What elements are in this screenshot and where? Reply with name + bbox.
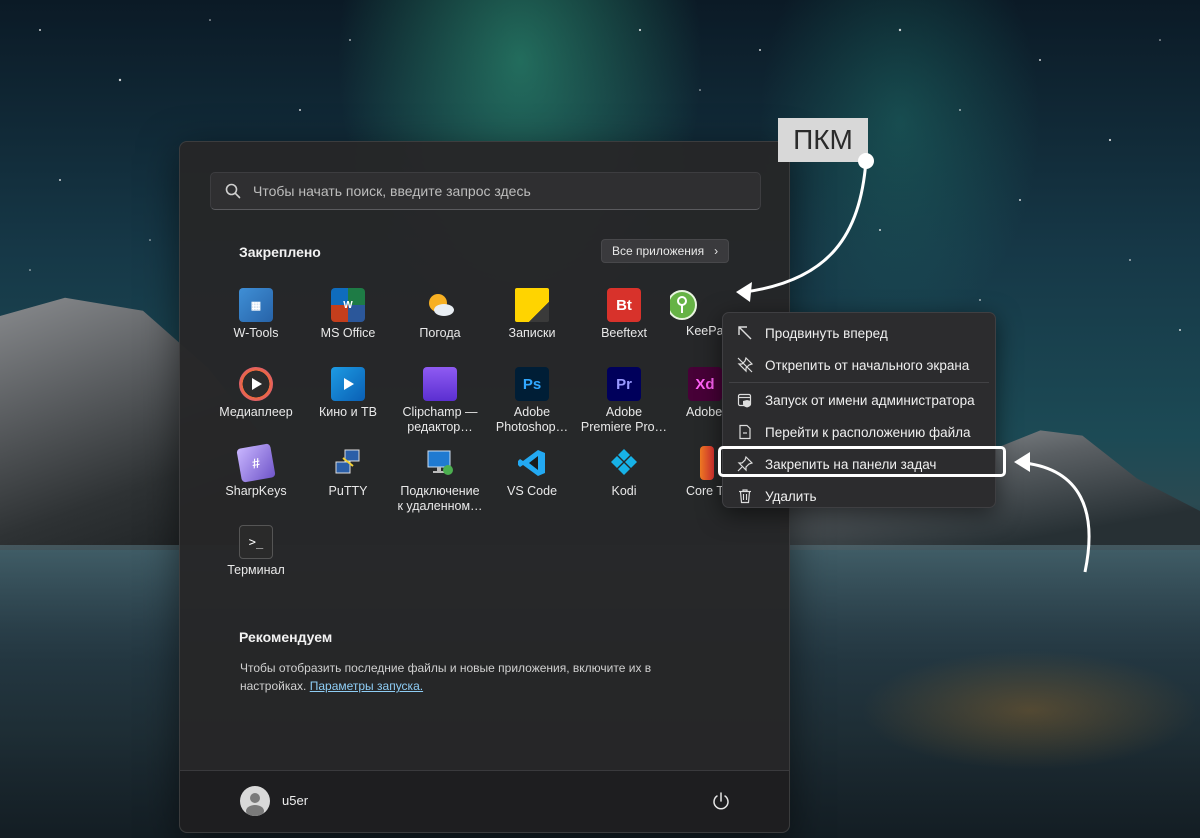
right-click-annotation-label: ПКМ [778, 118, 868, 162]
app-keepass[interactable]: KeePass [670, 284, 730, 358]
app-remote-desktop[interactable]: Подключение к удаленном… [394, 442, 486, 516]
app-label: Adobe Photoshop… [495, 405, 569, 434]
app-label: Beeftext [601, 326, 647, 340]
app-core-temp[interactable]: Core Te [670, 442, 722, 516]
app-label: PuTTY [328, 484, 368, 498]
context-menu: Продвинуть вперед Открепить от начальног… [722, 312, 996, 508]
putty-icon [331, 446, 365, 480]
app-clipchamp[interactable]: Clipchamp — редактор… [394, 363, 486, 437]
user-icon [246, 793, 264, 816]
chevron-right-icon: › [714, 244, 719, 258]
power-icon[interactable] [711, 791, 731, 811]
move-to-top-icon [738, 326, 752, 340]
app-label: KeePass [686, 324, 730, 338]
search-box[interactable] [210, 172, 761, 210]
app-premiere[interactable]: Pr Adobe Premiere Pro… [578, 363, 670, 437]
start-footer: u5er [180, 770, 789, 832]
app-label: W-Tools [233, 326, 279, 340]
ms-office-icon: W [331, 288, 365, 322]
pin-taskbar-highlight-box [718, 446, 1006, 477]
run-as-admin-icon [737, 393, 752, 408]
remote-desktop-icon [423, 446, 457, 480]
terminal-icon: >_ [239, 525, 273, 559]
app-label: Погода [419, 326, 461, 340]
app-media-player[interactable]: Медиаплеер [210, 363, 302, 437]
media-player-icon [239, 367, 273, 401]
app-label: Кино и ТВ [318, 405, 378, 419]
premiere-icon: Pr [607, 367, 641, 401]
recommended-text: Чтобы отобразить последние файлы и новые… [240, 659, 710, 695]
app-terminal[interactable]: >_ Терминал [210, 521, 302, 595]
launch-settings-link[interactable]: Параметры запуска. [310, 679, 423, 693]
app-adobe-xd[interactable]: Xd Adobe [670, 363, 722, 437]
app-movies-tv[interactable]: Кино и ТВ [302, 363, 394, 437]
unpin-icon [737, 357, 753, 373]
menu-item-label: Запуск от имени администратора [765, 392, 975, 408]
recommended-message: Чтобы отобразить последние файлы и новые… [240, 661, 652, 693]
app-label: MS Office [320, 326, 376, 340]
menu-item-label: Продвинуть вперед [765, 325, 888, 341]
app-label: VS Code [506, 484, 558, 498]
app-vscode[interactable]: VS Code [486, 442, 578, 516]
app-weather[interactable]: Погода [394, 284, 486, 358]
app-sticky-notes[interactable]: Записки [486, 284, 578, 358]
app-label: Kodi [611, 484, 637, 498]
menu-item-move-to-top[interactable]: Продвинуть вперед [723, 317, 995, 349]
clipchamp-icon [423, 367, 457, 401]
weather-icon [423, 288, 457, 322]
app-beeftext[interactable]: Bt Beeftext [578, 284, 670, 358]
menu-item-unpin[interactable]: Открепить от начального экрана [723, 349, 995, 381]
menu-item-open-file-location[interactable]: Перейти к расположению файла [723, 416, 995, 448]
kodi-icon [607, 446, 641, 480]
menu-item-run-as-admin[interactable]: Запуск от имени администратора [723, 384, 995, 416]
app-label: SharpKeys [225, 484, 287, 498]
open-file-location-icon [739, 424, 751, 440]
menu-item-label: Перейти к расположению файла [765, 424, 971, 440]
core-temp-icon [700, 446, 714, 480]
app-photoshop[interactable]: Ps Adobe Photoshop… [486, 363, 578, 437]
menu-item-label: Открепить от начального экрана [765, 357, 970, 373]
app-w-tools[interactable]: ▦ W-Tools [210, 284, 302, 358]
app-label: Core Te [686, 484, 722, 498]
app-label: Подключение к удаленном… [397, 484, 483, 513]
lake-glow [860, 650, 1200, 770]
app-label: Терминал [227, 563, 285, 577]
menu-item-uninstall[interactable]: Удалить [723, 480, 995, 512]
start-menu: Закреплено Все приложения › ▦ W-Tools W … [179, 141, 790, 833]
app-label: Медиаплеер [219, 405, 293, 419]
menu-item-label: Удалить [765, 488, 817, 504]
sharpkeys-icon: # [236, 443, 276, 483]
recommended-title: Рекомендуем [239, 629, 333, 645]
app-label: Записки [508, 326, 556, 340]
pinned-title: Закреплено [239, 244, 321, 260]
movies-tv-icon [331, 367, 365, 401]
menu-divider [729, 382, 989, 383]
app-sharpkeys[interactable]: # SharpKeys [210, 442, 302, 516]
trash-icon [739, 489, 751, 504]
search-icon [225, 183, 241, 199]
search-input[interactable] [253, 183, 733, 199]
user-name[interactable]: u5er [282, 793, 308, 808]
app-label: Adobe Premiere Pro… [580, 405, 668, 434]
app-kodi[interactable]: Kodi [578, 442, 670, 516]
adobe-xd-icon: Xd [688, 367, 722, 401]
app-putty[interactable]: PuTTY [302, 442, 394, 516]
app-ms-office[interactable]: W MS Office [302, 284, 394, 358]
photoshop-icon: Ps [515, 367, 549, 401]
vscode-icon [515, 446, 549, 480]
app-label: Adobe [686, 405, 722, 419]
sticky-notes-icon [515, 288, 549, 322]
all-apps-button[interactable]: Все приложения › [601, 239, 730, 263]
keepass-icon [670, 290, 697, 320]
app-label: Clipchamp — редактор… [402, 405, 478, 434]
avatar[interactable] [240, 786, 270, 816]
w-tools-icon: ▦ [239, 288, 273, 322]
beeftext-icon: Bt [607, 288, 641, 322]
all-apps-label: Все приложения [612, 244, 705, 258]
